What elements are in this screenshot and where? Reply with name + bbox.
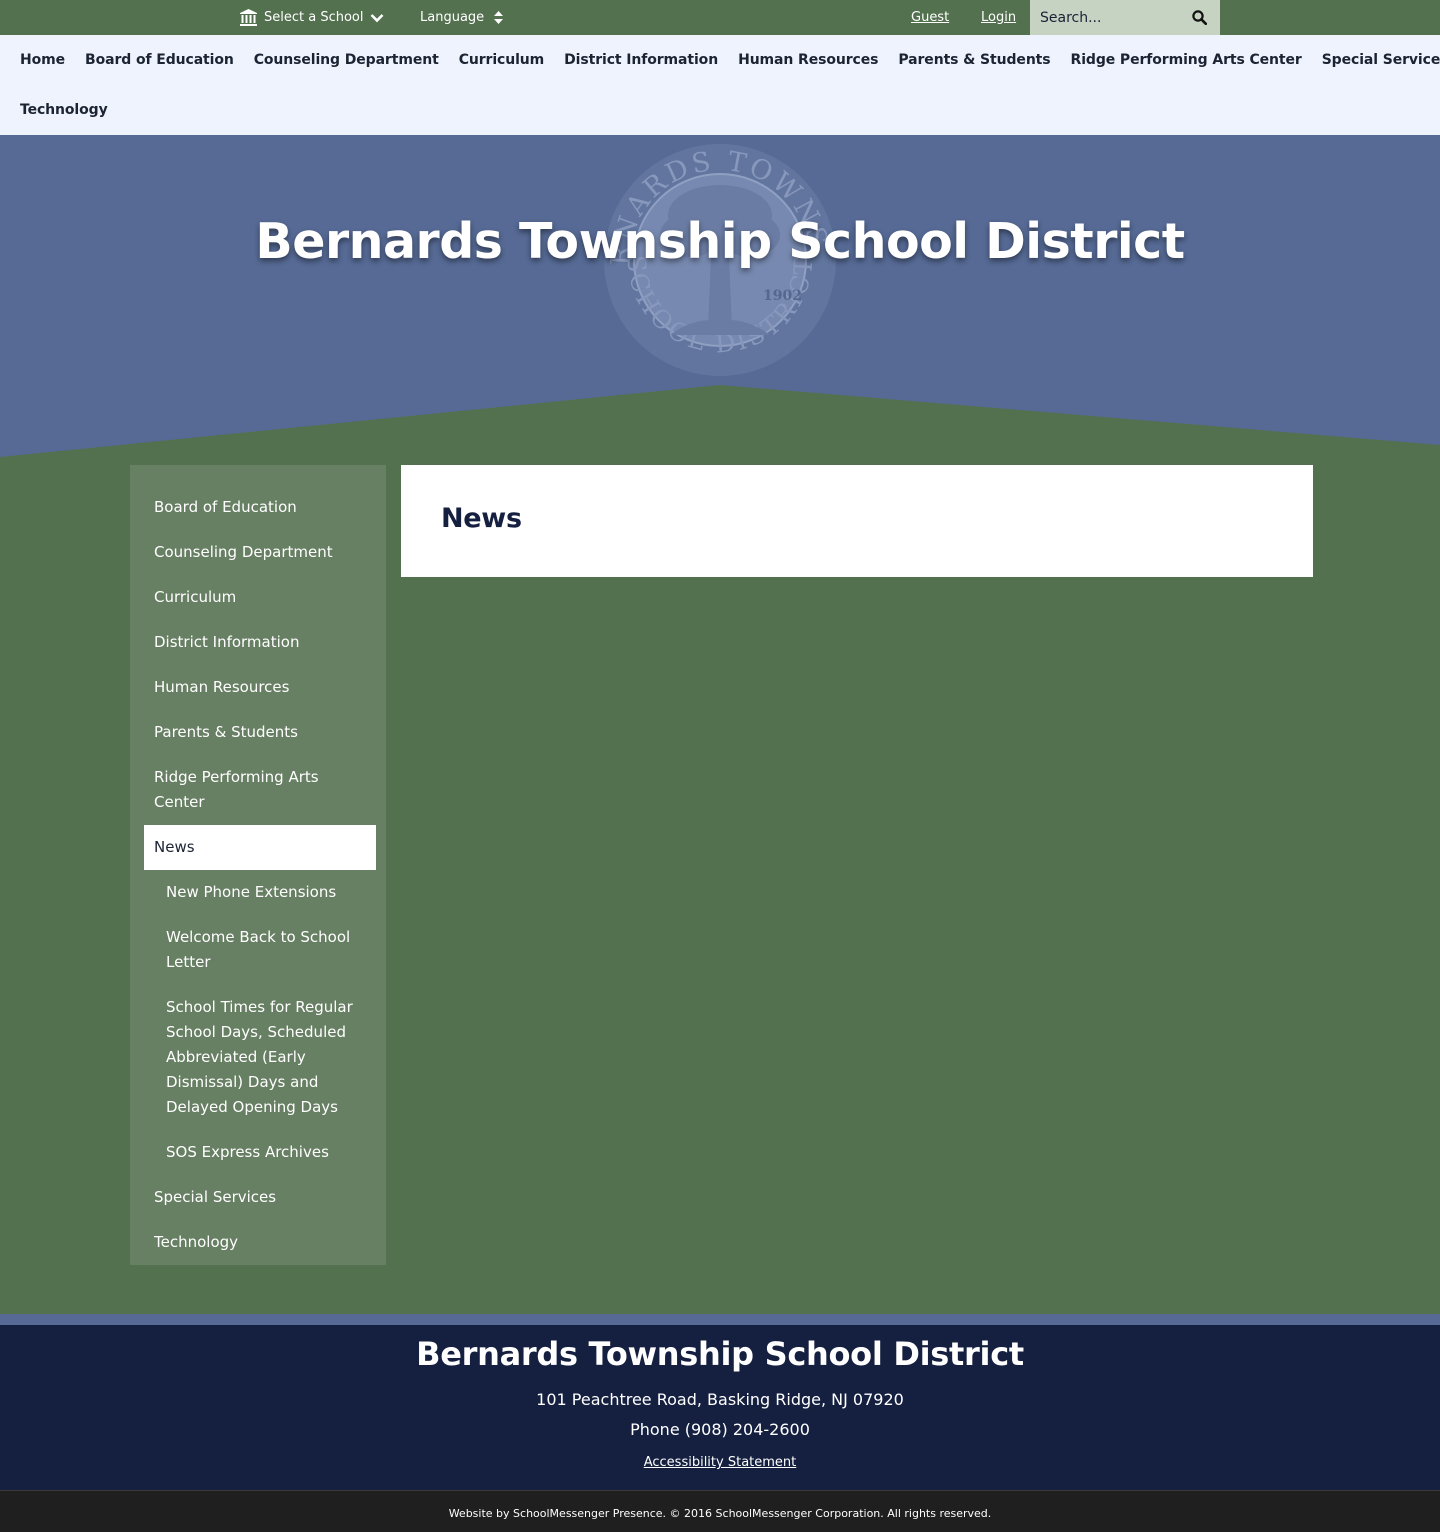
section-sidebar: Board of Education Counseling Department… <box>130 465 386 1265</box>
select-school-dropdown[interactable]: Select a School <box>240 0 384 35</box>
search-input[interactable] <box>1040 9 1190 26</box>
sidebar-subitem-school-times[interactable]: School Times for Regular School Days, Sc… <box>130 985 386 1130</box>
school-building-icon <box>240 9 257 26</box>
nav-item-board-of-education[interactable]: Board of Education <box>85 51 234 69</box>
sidebar-item-news[interactable]: News <box>144 825 376 870</box>
utility-bar: Select a School Language Guest Login <box>0 0 1440 35</box>
search-icon[interactable] <box>1192 10 1207 25</box>
accessibility-statement-link[interactable]: Accessibility Statement <box>644 1455 797 1470</box>
footer-district-name: Bernards Township School District <box>416 1335 1024 1373</box>
sidebar-item-special-services[interactable]: Special Services <box>130 1175 386 1220</box>
sort-arrows-icon <box>494 11 504 24</box>
select-school-label: Select a School <box>264 10 364 25</box>
guest-link[interactable]: Guest <box>911 0 949 35</box>
nav-item-counseling-department[interactable]: Counseling Department <box>254 51 439 69</box>
language-select[interactable]: Language <box>420 0 504 35</box>
nav-item-special-services[interactable]: Special Services <box>1322 51 1440 69</box>
sidebar-item-technology[interactable]: Technology <box>130 1220 386 1265</box>
sidebar-subitem-welcome-back-letter[interactable]: Welcome Back to School Letter <box>130 915 386 985</box>
footer-phone: Phone (908) 204-2600 <box>630 1420 810 1439</box>
main-nav-row-1: Home Board of Education Counseling Depar… <box>20 51 1440 69</box>
copyright-bar: Website by SchoolMessenger Presence. © 2… <box>0 1490 1440 1532</box>
nav-item-technology[interactable]: Technology <box>20 101 108 119</box>
nav-item-parents-students[interactable]: Parents & Students <box>898 51 1050 69</box>
sidebar-item-ridge-performing-arts-center[interactable]: Ridge Performing Arts Center <box>130 755 386 825</box>
site-footer: Bernards Township School District 101 Pe… <box>0 1325 1440 1490</box>
footer-accessibility: Accessibility Statement <box>0 1455 1440 1470</box>
chevron-down-icon <box>370 13 383 22</box>
footer-address: 101 Peachtree Road, Basking Ridge, NJ 07… <box>536 1390 904 1409</box>
sidebar-item-counseling-department[interactable]: Counseling Department <box>130 530 386 575</box>
nav-item-home[interactable]: Home <box>20 51 65 69</box>
page-title: News <box>441 503 522 534</box>
sidebar-item-district-information[interactable]: District Information <box>130 620 386 665</box>
footer-accent-strip <box>0 1314 1440 1325</box>
sidebar-item-curriculum[interactable]: Curriculum <box>130 575 386 620</box>
sidebar-item-board-of-education[interactable]: Board of Education <box>130 485 386 530</box>
language-label: Language <box>420 10 485 25</box>
sidebar-subitem-new-phone-extensions[interactable]: New Phone Extensions <box>130 870 386 915</box>
nav-item-human-resources[interactable]: Human Resources <box>738 51 878 69</box>
main-content: News <box>401 465 1313 577</box>
nav-item-district-information[interactable]: District Information <box>564 51 718 69</box>
sidebar-item-human-resources[interactable]: Human Resources <box>130 665 386 710</box>
main-nav-row-2: Technology <box>20 101 108 119</box>
banner-wave-shape <box>0 385 1440 465</box>
main-navigation: Home Board of Education Counseling Depar… <box>0 35 1440 135</box>
nav-item-curriculum[interactable]: Curriculum <box>459 51 545 69</box>
hero-banner: BERNARDS TOWNSHIP SCHOOL DISTRICT 1902 B… <box>0 135 1440 465</box>
nav-item-ridge-performing-arts-center[interactable]: Ridge Performing Arts Center <box>1071 51 1302 69</box>
sidebar-subitem-sos-express-archives[interactable]: SOS Express Archives <box>130 1130 386 1175</box>
login-link[interactable]: Login <box>981 0 1016 35</box>
search-box <box>1030 0 1220 35</box>
sidebar-item-parents-students[interactable]: Parents & Students <box>130 710 386 755</box>
